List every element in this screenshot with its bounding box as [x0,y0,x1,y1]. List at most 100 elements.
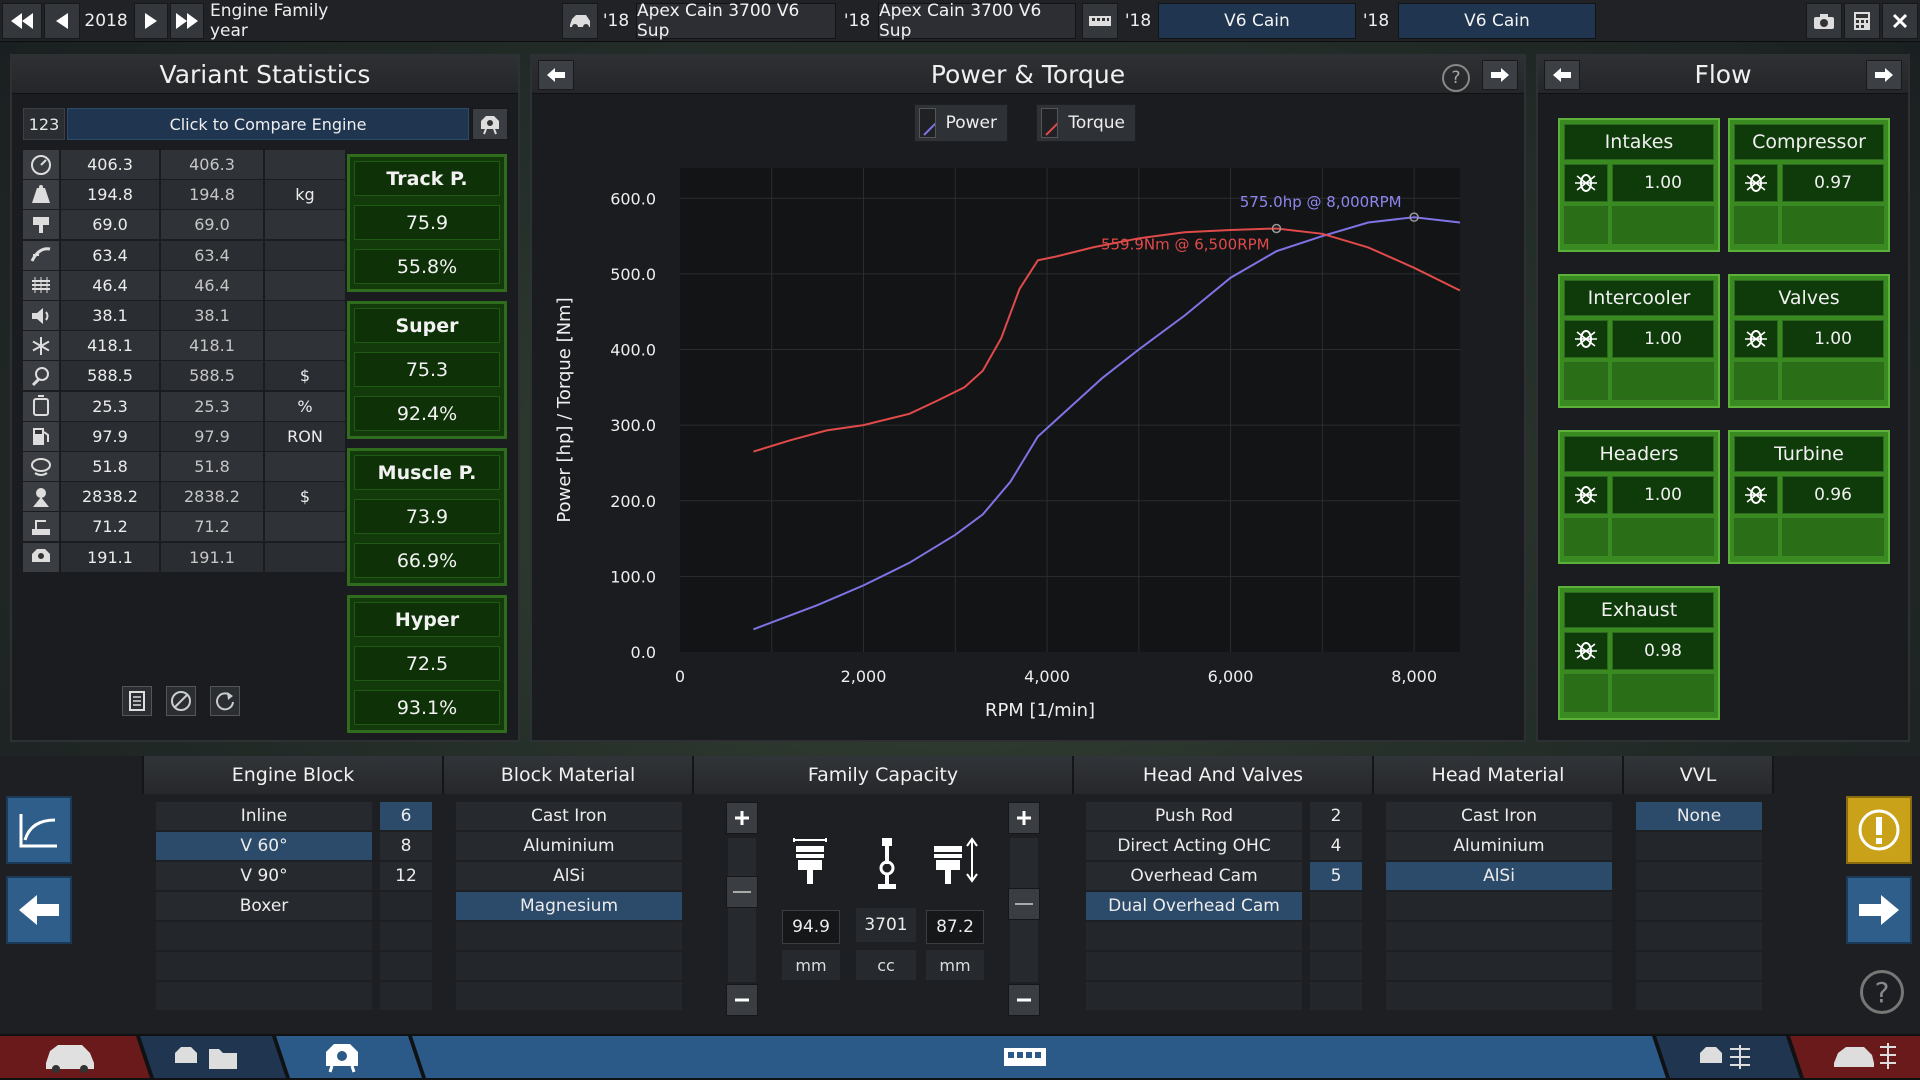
head-type-list-item[interactable]: Push Rod [1086,802,1302,830]
back-button[interactable] [6,876,72,944]
cylinder-list-item[interactable]: 6 [380,802,432,830]
next-button[interactable] [1846,876,1912,944]
slot-4-name[interactable]: V6 Cain [1398,3,1596,39]
head-type-list-item[interactable]: Direct Acting OHC [1086,832,1302,860]
flow-title: Flow [1538,56,1908,94]
block-material-list-item[interactable]: Magnesium [456,892,682,920]
calculator-button[interactable] [1844,3,1880,39]
cylinder-list-item[interactable]: 12 [380,862,432,890]
layout-list-item[interactable]: Boxer [156,892,372,920]
block-material-list-item[interactable]: Aluminium [456,832,682,860]
head-material-list-item[interactable]: Aluminium [1386,832,1612,860]
first-year-button[interactable] [2,3,42,39]
left-arrow-icon [56,13,68,29]
class-box[interactable]: Hyper 72.5 93.1% [347,595,507,733]
class-box[interactable]: Track P. 75.9 55.8% [347,154,507,292]
flow-box[interactable]: Intercooler 1.00 [1558,274,1720,408]
screenshot-button[interactable] [1806,3,1842,39]
flow-box[interactable]: Turbine 0.96 [1728,430,1890,564]
block-material-list-item[interactable]: AlSi [456,862,682,890]
stat-row: 194.8 194.8 kg [23,180,345,210]
engine-chart-button[interactable] [6,796,72,864]
bore-slider-track[interactable] [728,838,756,982]
car-compare-button[interactable] [562,3,598,39]
slot-2-name[interactable]: Apex Cain 3700 V6 Sup [878,1,1076,41]
compare-engine-icon-button[interactable] [472,108,508,140]
valves-list-item[interactable]: 4 [1310,832,1362,860]
x-tick-label: 2,000 [841,667,887,686]
flow-component-name: Compressor [1734,124,1884,160]
legend-torque-label: Torque [1068,113,1125,133]
engine-compare-button[interactable] [1082,3,1118,39]
valves-list-item[interactable]: 2 [1310,802,1362,830]
bore-value[interactable]: 94.9 [782,910,840,944]
bore-increase-button[interactable] [726,802,758,834]
head-type-list: Push Rod Direct Acting OHC Overhead Cam Dua… [1086,802,1302,1012]
displacement-unit: cc [856,950,916,980]
head-material-list-item[interactable]: AlSi [1386,862,1612,890]
compare-engine-button[interactable]: Click to Compare Engine [67,108,469,140]
help-icon[interactable]: ? [1442,64,1470,92]
prev-year-button[interactable] [44,3,80,39]
help-icon[interactable]: ? [1860,970,1904,1014]
nav-engine-variant-tab[interactable] [302,1038,382,1076]
head-material-list-item[interactable]: Cast Iron [1386,802,1612,830]
flow-prev-button[interactable] [1544,60,1580,90]
stat-icon-cell [23,301,61,330]
flow-box[interactable]: Intakes 1.00 [1558,118,1720,252]
chart-prev-button[interactable] [538,60,574,90]
stroke-decrease-button[interactable] [1008,984,1040,1016]
nav-engine-parts-tab[interactable] [1686,1038,1766,1076]
vvl-list-item[interactable]: None [1636,802,1762,830]
class-box[interactable]: Super 75.3 92.4% [347,301,507,439]
stat-compare-value: 63.4 [161,240,265,270]
slot-1-name[interactable]: Apex Cain 3700 V6 Sup [636,1,836,41]
layout-list-item[interactable]: V 60° [156,832,372,860]
reset-button[interactable] [210,686,240,716]
nav-engine-block-tab[interactable] [990,1040,1060,1074]
warning-button[interactable] [1846,796,1912,864]
torque-peak-label: 559.9Nm @ 6,500RPM [1101,236,1270,254]
flow-box[interactable]: Headers 1.00 [1558,430,1720,564]
stat-value: 194.8 [61,180,161,210]
head-material-header: Head Material [1374,756,1624,794]
clear-compare-button[interactable] [166,686,196,716]
last-year-button[interactable] [170,3,204,39]
flow-box[interactable]: Valves 1.00 [1728,274,1890,408]
flow-empty-cell [1612,206,1714,244]
stat-icon-cell [23,180,61,210]
stroke-increase-button[interactable] [1008,802,1040,834]
double-left-icon [11,13,33,29]
flow-box[interactable]: Exhaust 0.98 [1558,586,1720,720]
cylinder-list-item[interactable]: 8 [380,832,432,860]
airflow-icon [1734,164,1778,202]
head-type-list-item[interactable]: Dual Overhead Cam [1086,892,1302,920]
legend-power[interactable]: Power [914,104,1008,142]
flow-next-button[interactable] [1866,60,1902,90]
flow-box[interactable]: Compressor 0.97 [1728,118,1890,252]
bore-decrease-button[interactable] [726,984,758,1016]
layout-list-item[interactable]: V 90° [156,862,372,890]
stroke-slider-handle[interactable] [1008,888,1040,920]
next-year-button[interactable] [134,3,168,39]
nav-engine-family-tab[interactable] [166,1038,246,1076]
close-button[interactable] [1882,3,1918,39]
block-material-list-item[interactable]: Cast Iron [456,802,682,830]
class-box[interactable]: Muscle P. 73.9 66.9% [347,448,507,586]
car-engine-icon [570,15,590,30]
head-type-list-item[interactable]: Overhead Cam [1086,862,1302,890]
flow-component-name: Exhaust [1564,592,1714,628]
stroke-value[interactable]: 87.2 [926,910,984,944]
nav-car-tab[interactable] [30,1038,110,1076]
legend-torque[interactable]: Torque [1036,104,1136,142]
valves-list-item[interactable]: 5 [1310,862,1362,890]
bottom-navigation [0,1034,1920,1080]
block-material-header: Block Material [444,756,694,794]
report-button[interactable] [122,686,152,716]
chart-next-button[interactable] [1482,60,1518,90]
slot-3-name[interactable]: V6 Cain [1158,3,1356,39]
layout-list-item[interactable]: Inline [156,802,372,830]
warning-icon [1858,809,1900,851]
bore-slider-handle[interactable] [726,876,758,908]
nav-car-parts-tab[interactable] [1820,1038,1910,1076]
